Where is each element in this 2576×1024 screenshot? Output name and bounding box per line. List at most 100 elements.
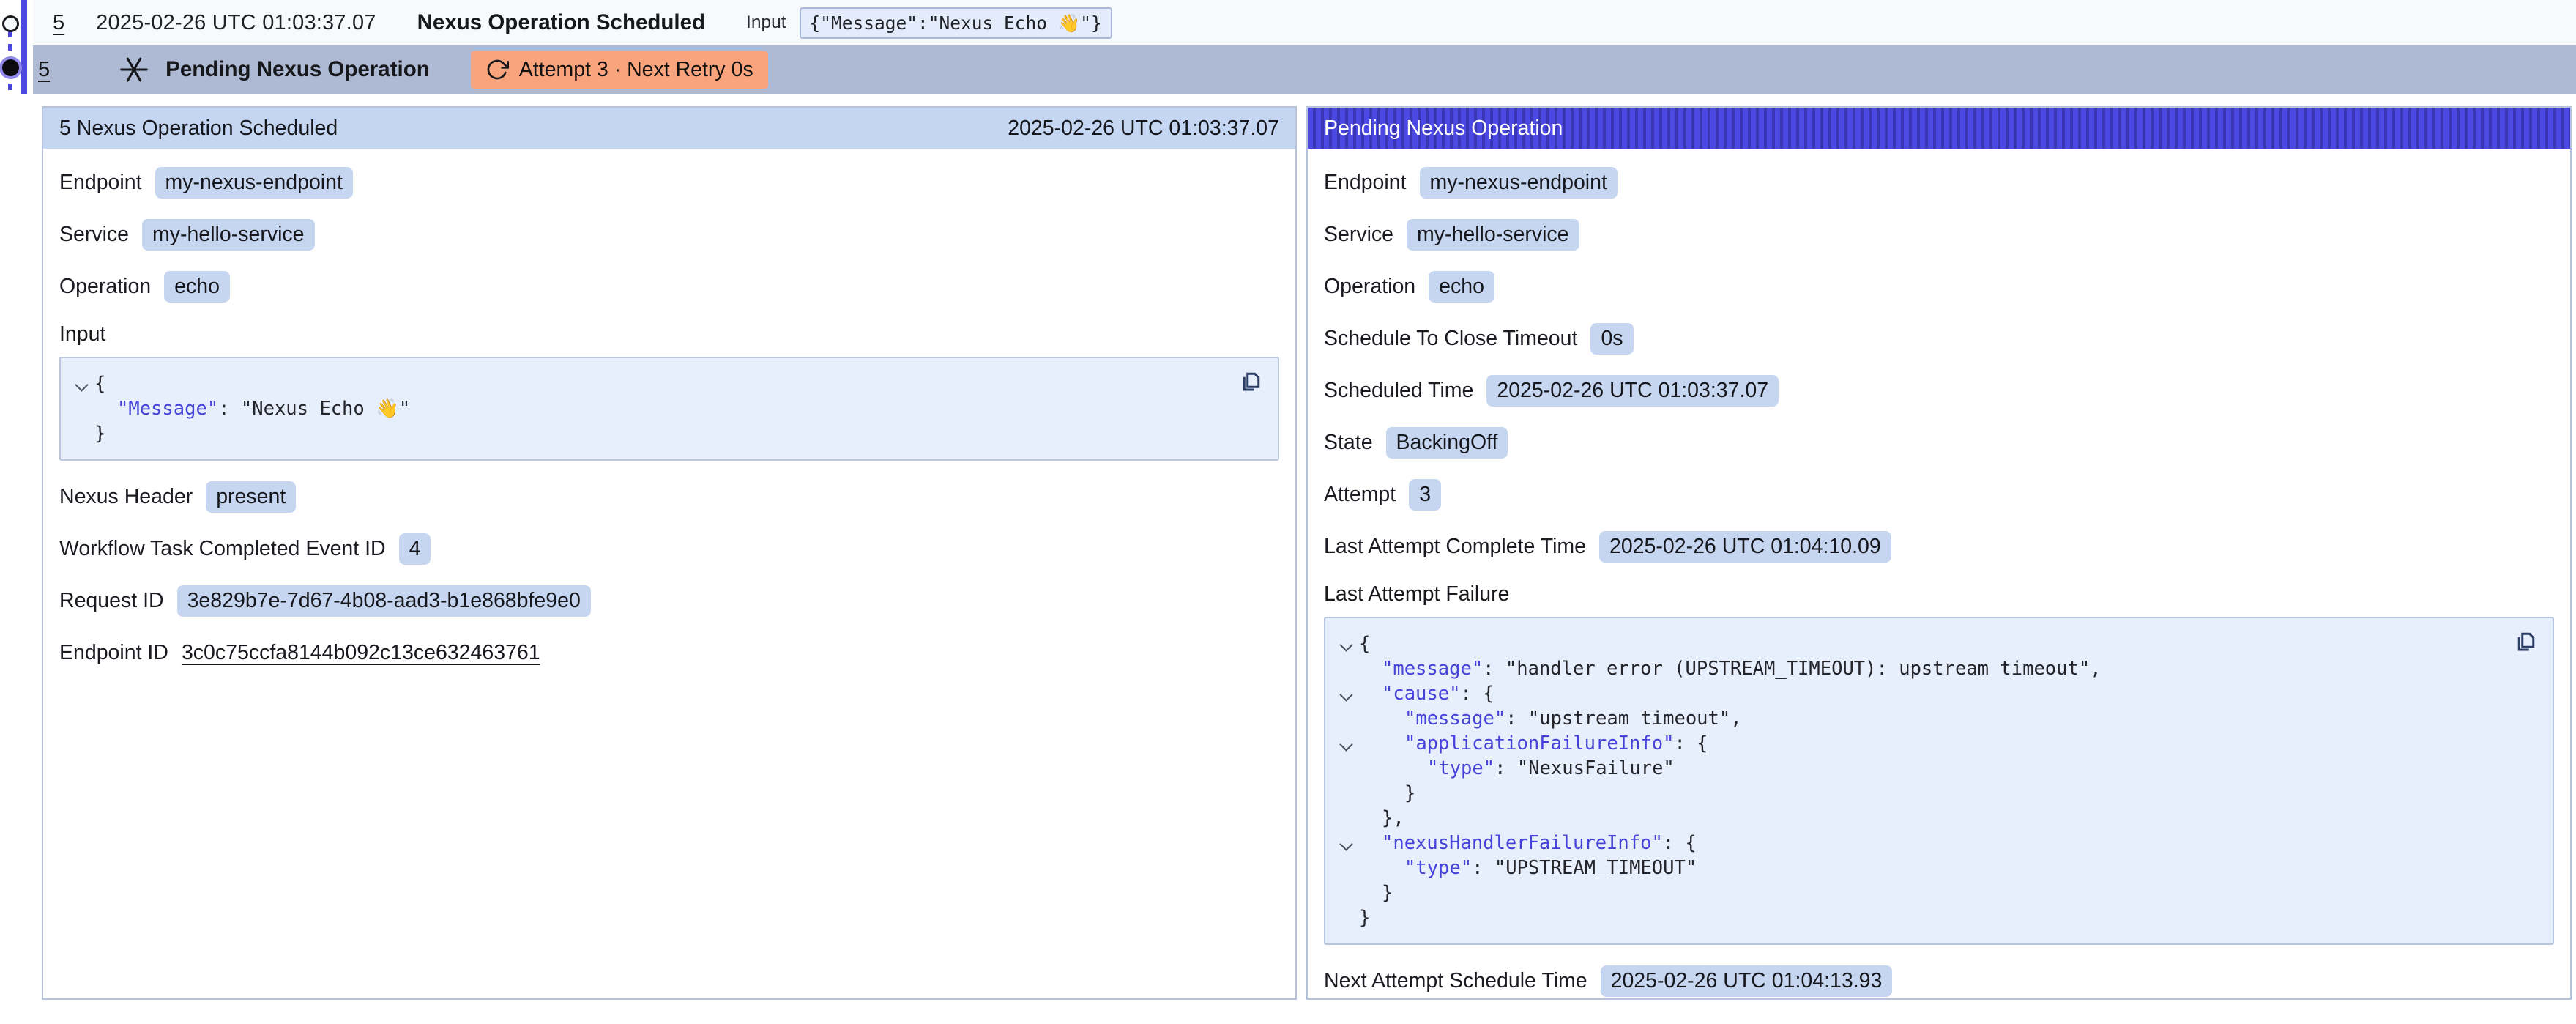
event-list-row-pending[interactable]: 5 Pending Nexus Operation Attempt 3 · Ne… xyxy=(33,45,2576,94)
json-token-p: : { xyxy=(1663,832,1697,854)
json-token-p: { xyxy=(1359,633,1370,655)
event-input-chip: {"Message":"Nexus Echo 👋"} xyxy=(800,7,1112,39)
field-row-endpoint-id: Endpoint ID 3c0c75ccfa8144b092c13ce632463… xyxy=(59,637,1279,669)
json-line-content: "type": "UPSTREAM_TIMEOUT" xyxy=(1359,856,1697,880)
json-line-content: "cause": { xyxy=(1359,681,1494,706)
json-line: } xyxy=(1333,781,2494,806)
json-line: } xyxy=(1333,880,2494,905)
event-list-row-scheduled[interactable]: 5 2025-02-26 UTC 01:03:37.07 Nexus Opera… xyxy=(33,0,2576,45)
field-row-operation: Operation echo xyxy=(1324,270,2554,303)
field-value-operation: echo xyxy=(164,271,230,303)
json-token-key: "type" xyxy=(1427,757,1494,779)
field-value-service: my-hello-service xyxy=(1407,219,1579,251)
json-line-gutter xyxy=(1333,806,1359,815)
collapse-chevron-icon[interactable] xyxy=(1339,738,1352,751)
scheduled-panel-header: 5 Nexus Operation Scheduled 2025-02-26 U… xyxy=(43,108,1295,149)
field-row-last-attempt-complete-time: Last Attempt Complete Time 2025-02-26 UTC… xyxy=(1324,530,2554,563)
timeline-accent-bar xyxy=(21,0,27,94)
json-line: "message": "upstream timeout", xyxy=(1333,706,2494,731)
json-token-p: : { xyxy=(1460,683,1494,705)
event-timestamp: 2025-02-26 UTC 01:03:37.07 xyxy=(96,11,376,35)
collapse-chevron-icon[interactable] xyxy=(1339,638,1352,651)
field-row-attempt: Attempt 3 xyxy=(1324,478,2554,511)
field-label-last-attempt-failure: Last Attempt Failure xyxy=(1324,582,2554,606)
event-id-link[interactable]: 5 xyxy=(53,11,64,35)
collapse-chevron-icon[interactable] xyxy=(75,378,88,391)
field-label-endpoint-id: Endpoint ID xyxy=(59,641,168,665)
json-line-gutter xyxy=(1333,831,1359,849)
json-token-p: }, xyxy=(1382,807,1404,829)
copy-button[interactable] xyxy=(1237,367,1266,396)
event-input-label: Input xyxy=(746,12,786,33)
json-line-gutter xyxy=(1333,731,1359,749)
field-label-service: Service xyxy=(59,223,129,247)
json-token-s: "handler error (UPSTREAM_TIMEOUT): upstr… xyxy=(1505,658,2090,680)
json-line: { xyxy=(1333,631,2494,656)
collapse-chevron-icon[interactable] xyxy=(1339,837,1352,850)
field-row-request-id: Request ID3e829b7e-7d67-4b08-aad3-b1e868… xyxy=(59,585,1279,617)
field-label-operation: Operation xyxy=(1324,275,1415,299)
json-line-gutter xyxy=(68,396,94,405)
event-marker-open-icon xyxy=(2,15,19,32)
json-line-content: } xyxy=(1359,781,1415,806)
json-token-s: "upstream timeout" xyxy=(1528,708,1730,730)
json-line-content: "nexusHandlerFailureInfo": { xyxy=(1359,831,1697,856)
field-row-state: StateBackingOff xyxy=(1324,426,2554,459)
field-label-attempt: Attempt xyxy=(1324,483,1396,507)
field-label-scheduled-time: Scheduled Time xyxy=(1324,379,1473,403)
field-value-request-id: 3e829b7e-7d67-4b08-aad3-b1e868bfe9e0 xyxy=(177,585,591,617)
json-token-s: "UPSTREAM_TIMEOUT" xyxy=(1494,857,1697,879)
field-label-state: State xyxy=(1324,431,1373,455)
json-token-p: : xyxy=(218,398,241,420)
json-line: "applicationFailureInfo": { xyxy=(1333,731,2494,756)
field-label-service: Service xyxy=(1324,223,1393,247)
json-token-p: } xyxy=(1382,882,1393,904)
json-token-key: "nexusHandlerFailureInfo" xyxy=(1382,832,1663,854)
json-token-key: "type" xyxy=(1404,857,1472,879)
field-label-last-attempt-complete-time: Last Attempt Complete Time xyxy=(1324,535,1586,559)
json-token-key: "message" xyxy=(1382,658,1483,680)
field-value-service: my-hello-service xyxy=(142,219,314,251)
field-label-nexus-header: Nexus Header xyxy=(59,485,193,509)
json-line-content: "message": "upstream timeout", xyxy=(1359,706,1742,731)
json-line: "cause": { xyxy=(1333,681,2494,706)
pending-event-title: Pending Nexus Operation xyxy=(165,57,430,82)
field-row-endpoint: Endpoint my-nexus-endpoint xyxy=(1324,166,2554,199)
collapse-chevron-icon[interactable] xyxy=(1339,688,1352,701)
field-label-endpoint: Endpoint xyxy=(59,171,142,195)
json-token-s: "NexusFailure" xyxy=(1517,757,1675,779)
field-label-endpoint: Endpoint xyxy=(1324,171,1407,195)
event-detail-panel-scheduled: 5 Nexus Operation Scheduled 2025-02-26 U… xyxy=(42,106,1297,1000)
json-line-gutter xyxy=(68,421,94,430)
pending-asterisk-icon xyxy=(117,53,151,86)
field-label-schedule-to-close-timeout: Schedule To Close Timeout xyxy=(1324,327,1577,351)
field-row-next-attempt-schedule-time: Next Attempt Schedule Time2025-02-26 UTC… xyxy=(1324,965,2554,997)
pending-event-id-link[interactable]: 5 xyxy=(38,58,50,82)
field-row-scheduled-time: Scheduled Time2025-02-26 UTC 01:03:37.07 xyxy=(1324,374,2554,407)
field-label-workflow-task-completed-event-id: Workflow Task Completed Event ID xyxy=(59,537,386,561)
json-line-gutter xyxy=(1333,681,1359,700)
field-value-operation: echo xyxy=(1429,271,1494,303)
json-token-p: , xyxy=(1730,708,1741,730)
json-token-p: } xyxy=(1404,782,1415,804)
field-value-attempt: 3 xyxy=(1409,479,1441,511)
json-line-content: } xyxy=(1359,880,1393,905)
json-token-p: : xyxy=(1505,708,1528,730)
json-token-key: "Message" xyxy=(117,398,218,420)
field-value-last-attempt-complete-time: 2025-02-26 UTC 01:04:10.09 xyxy=(1599,531,1891,563)
field-label-operation: Operation xyxy=(59,275,151,299)
json-token-p: : { xyxy=(1674,732,1708,754)
copy-button[interactable] xyxy=(2512,627,2541,656)
field-value-endpoint: my-nexus-endpoint xyxy=(1420,167,1618,199)
pending-panel-fields: Endpoint my-nexus-endpoint Service my-hello… xyxy=(1308,149,2570,1024)
scheduled-panel-title: 5 Nexus Operation Scheduled xyxy=(59,116,338,141)
field-row-endpoint: Endpointmy-nexus-endpoint xyxy=(59,166,1279,199)
json-line: "type": "NexusFailure" xyxy=(1333,756,2494,781)
field-value-endpoint-id[interactable]: 3c0c75ccfa8144b092c13ce632463761 xyxy=(182,641,540,665)
json-line-gutter xyxy=(1333,856,1359,864)
field-label-next-attempt-schedule-time: Next Attempt Schedule Time xyxy=(1324,969,1587,993)
event-detail-panel-pending: Pending Nexus Operation Endpoint my-nexus… xyxy=(1306,106,2572,1000)
pending-panel-title: Pending Nexus Operation xyxy=(1324,116,1563,141)
json-line: }, xyxy=(1333,806,2494,831)
json-token-p: } xyxy=(1359,907,1370,929)
